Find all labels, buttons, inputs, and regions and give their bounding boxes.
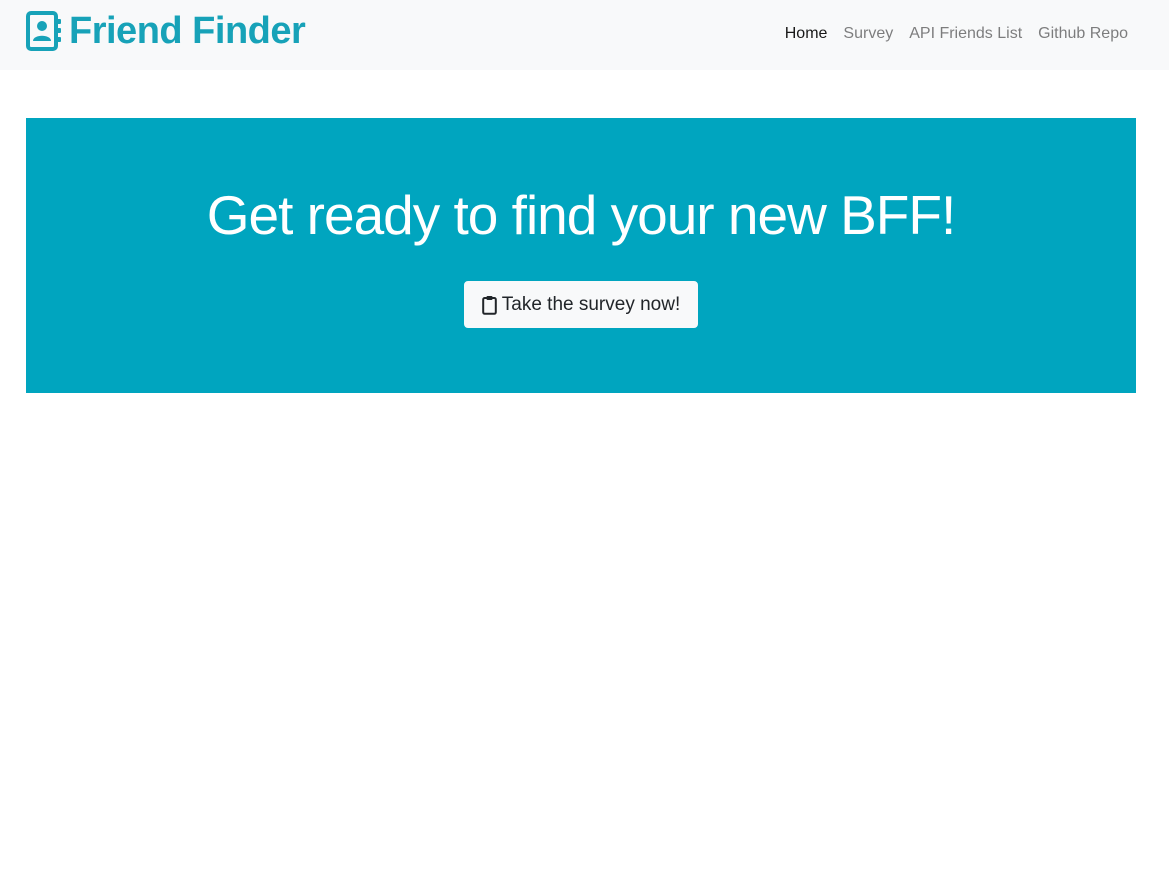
hero-banner xyxy=(26,118,1136,393)
take-survey-label: Take the survey now! xyxy=(501,293,681,315)
brand-link[interactable]: Friend Finder xyxy=(26,9,306,53)
nav-api-friends-list[interactable]: API Friends List xyxy=(901,22,1030,46)
take-survey-button[interactable]: Take the survey now! xyxy=(464,281,698,328)
nav-links: Home Survey API Friends List Github Repo xyxy=(777,22,1136,46)
address-book-icon xyxy=(26,11,61,51)
nav-survey[interactable]: Survey xyxy=(835,22,901,46)
navbar: Friend Finder Home Survey API Friends Li… xyxy=(0,0,1169,70)
nav-github-repo[interactable]: Github Repo xyxy=(1030,22,1136,46)
brand-title: Friend Finder xyxy=(69,10,306,52)
clipboard-icon xyxy=(481,295,497,315)
hero-title: Get ready to find your new BFF! xyxy=(206,184,957,246)
nav-home[interactable]: Home xyxy=(777,22,836,46)
